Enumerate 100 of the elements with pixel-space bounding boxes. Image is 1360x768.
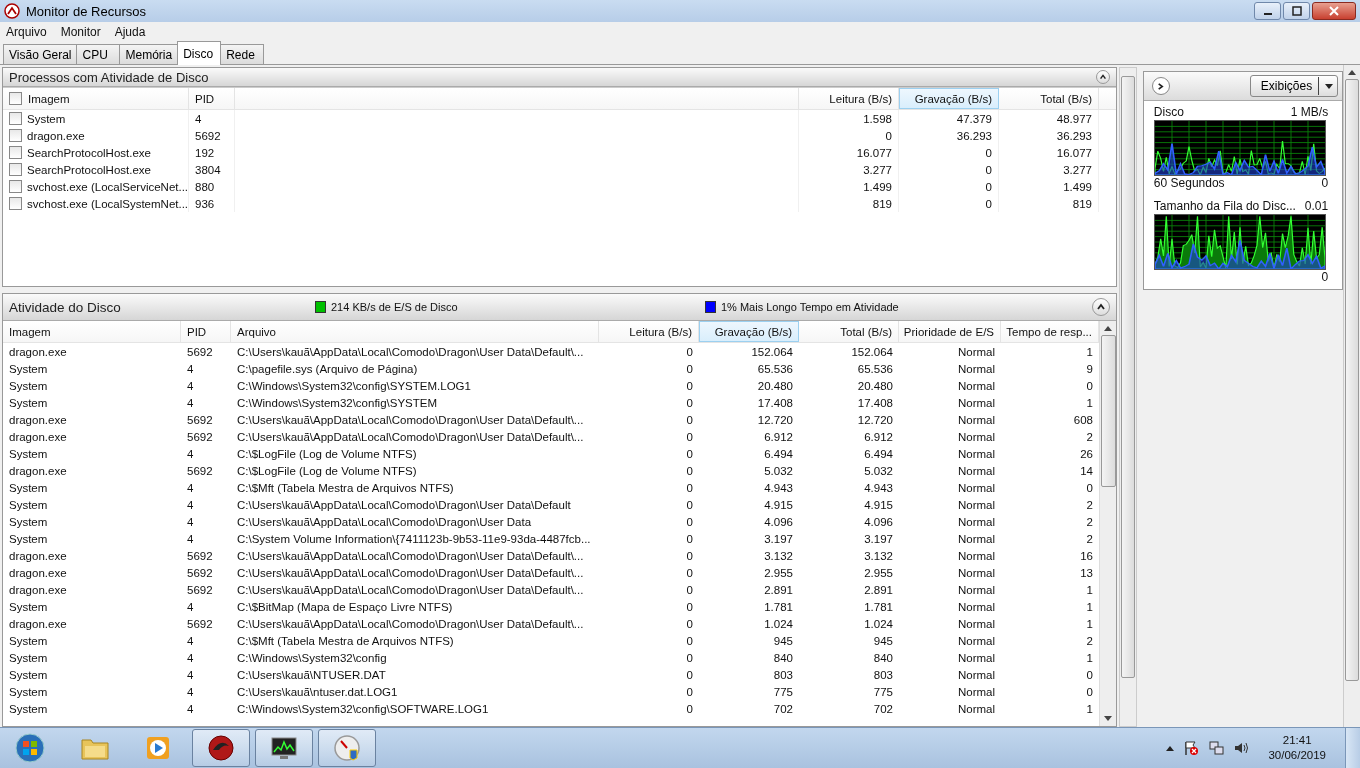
table-cell-text: C:\System Volume Information\{7411123b-9b53-11e9-93da-4487fcb... (236, 531, 592, 547)
table-cell-text: dragon.exe (8, 429, 68, 445)
column-header[interactable]: Total (B/s) (999, 88, 1099, 109)
close-button[interactable] (1312, 2, 1356, 20)
table-cell-text: System (8, 514, 49, 530)
splitter-scrollbar[interactable] (1119, 67, 1137, 727)
table-cell-text: 5.032 (863, 463, 894, 479)
scroll-up-icon[interactable] (1104, 326, 1112, 331)
column-header[interactable]: Total (B/s) (799, 321, 899, 342)
table-cell: 5692 (189, 127, 235, 144)
table-cell-text: C:\Users\kauã\AppData\Local\Comodo\Dragon\User Data\Default\... (236, 616, 585, 632)
table-cell-text: 2 (1085, 497, 1094, 513)
show-hidden-icons-icon[interactable] (1166, 745, 1175, 751)
table-cell-text: 775 (772, 684, 794, 700)
table-cell: System (3, 110, 189, 127)
table-cell: 0 (799, 127, 899, 144)
table-cell-text: 0 (685, 497, 694, 513)
table-cell-text: 3.132 (763, 548, 794, 564)
table-cell: 819 (999, 195, 1099, 212)
table-cell-text: Normal (956, 344, 996, 360)
scrollbar[interactable] (1099, 321, 1116, 726)
table-cell-text: 2 (1085, 514, 1094, 530)
checkbox[interactable] (9, 129, 22, 142)
tab[interactable]: Rede (220, 44, 265, 64)
menu-item[interactable]: Arquivo (6, 25, 47, 39)
table-cell-text: 20.480 (756, 378, 794, 394)
tab[interactable]: Disco (177, 41, 222, 65)
table-cell-text: 2.955 (863, 565, 894, 581)
graph-min: 0 (1321, 270, 1329, 285)
views-button[interactable]: Exibições (1249, 75, 1339, 97)
table-cell-text: 5692 (186, 582, 214, 598)
table-cell-text: C:\Users\kauã\NTUSER.DAT (236, 667, 387, 683)
table-cell: svchost.exe (LocalServiceNet... (3, 178, 189, 195)
volume-icon[interactable] (1233, 740, 1250, 756)
checkbox[interactable] (9, 92, 22, 105)
table-cell-text: 840 (872, 650, 894, 666)
column-header[interactable]: PID (189, 88, 235, 109)
column-header[interactable]: Prioridade de E/S (899, 321, 1001, 342)
table-cell-text: 945 (872, 633, 894, 649)
collapse-side-button[interactable] (1151, 77, 1170, 95)
column-header[interactable]: Gravação (B/s) (899, 88, 999, 109)
tab[interactable]: CPU (76, 44, 121, 64)
column-header[interactable]: PID (181, 321, 231, 342)
table-cell-text: 0 (685, 480, 694, 496)
table-cell-text: 20.480 (856, 378, 894, 394)
collapse-button[interactable] (1092, 298, 1110, 316)
play-icon (145, 735, 171, 761)
flag-icon[interactable] (1183, 740, 1200, 756)
table-cell-text: System (8, 446, 49, 462)
gauge-icon (333, 734, 361, 762)
table-cell-text: C:\Users\kauã\AppData\Local\Comodo\Dragon\User Data (236, 514, 533, 530)
taskbar-button[interactable] (192, 729, 250, 767)
table-cell-text: 4 (186, 514, 195, 530)
checkbox[interactable] (9, 112, 22, 125)
table-cell-text: 0 (685, 378, 694, 394)
tab[interactable]: Visão Geral (3, 44, 78, 64)
table-cell-text: Normal (956, 429, 996, 445)
table-cell-text: 4.096 (863, 514, 894, 530)
table-cell-text: C:\Windows\System32\config\SOFTWARE.LOG1 (236, 701, 490, 717)
table-cell-text: 4 (186, 531, 195, 547)
clock[interactable]: 21:41 30/06/2019 (1258, 733, 1336, 763)
table-cell-text: 65.536 (856, 361, 894, 377)
table-cell-text: C:\$LogFile (Log de Volume NTFS) (236, 463, 418, 479)
checkbox[interactable] (9, 163, 22, 176)
scrollbar[interactable] (1343, 65, 1360, 727)
network-icon[interactable] (1208, 740, 1225, 756)
chevron-icon (1156, 81, 1166, 91)
collapse-button[interactable] (1096, 70, 1110, 84)
panel-title: Atividade do Disco (9, 299, 121, 315)
column-header[interactable]: Imagem (3, 88, 189, 109)
menu-item[interactable]: Monitor (60, 25, 101, 39)
table-cell-text: Normal (956, 633, 996, 649)
checkbox[interactable] (9, 197, 22, 210)
table-cell-text: dragon.exe (8, 565, 68, 581)
table-cell-text: 4.915 (763, 497, 794, 513)
column-header[interactable]: Arquivo (231, 321, 599, 342)
scroll-down-icon[interactable] (1104, 716, 1112, 721)
table-cell-text: 2.955 (763, 565, 794, 581)
taskbar-button[interactable] (255, 729, 313, 767)
table-cell-text: 0 (685, 633, 694, 649)
scroll-up-icon[interactable] (1348, 70, 1357, 75)
graph-title: Tamanho da Fila do Disc... (1153, 199, 1296, 214)
table-cell-text: C:\Users\kauã\AppData\Local\Comodo\Dragon\User Data\Default\... (236, 429, 585, 445)
table-cell-text: System (8, 684, 49, 700)
graph-max: 0.01 (1304, 199, 1329, 214)
table-cell-text: Normal (956, 514, 996, 530)
tab[interactable]: Memória (119, 44, 179, 64)
column-header[interactable]: Gravação (B/s) (699, 321, 799, 342)
table-cell-text: Normal (956, 701, 996, 717)
table-cell: 16.077 (999, 144, 1099, 161)
checkbox[interactable] (9, 146, 22, 159)
table-cell-text: 0 (1085, 684, 1094, 700)
maximize-button[interactable] (1283, 2, 1310, 20)
table-cell-text: 0 (685, 548, 694, 564)
table-cell-text: 1 (1085, 701, 1094, 717)
menu-item[interactable]: Ajuda (114, 25, 146, 39)
minimize-button[interactable] (1254, 2, 1281, 20)
column-header[interactable]: Imagem (3, 321, 181, 342)
checkbox[interactable] (9, 180, 22, 193)
table-cell-text: dragon.exe (8, 616, 68, 632)
